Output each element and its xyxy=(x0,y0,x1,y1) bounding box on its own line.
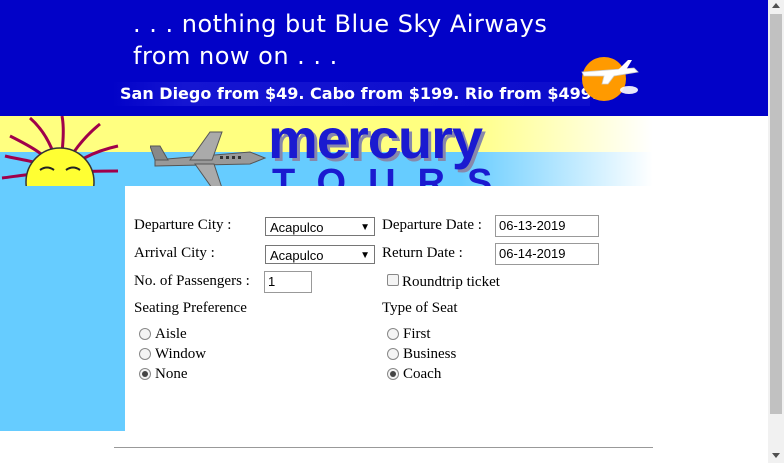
seating-aisle-radio[interactable] xyxy=(139,328,151,340)
brand-header: mercury TOURS xyxy=(0,116,768,186)
chevron-down-icon: ▼ xyxy=(360,222,370,233)
banner-headline-line1: . . . nothing but Blue Sky Airways xyxy=(133,10,548,38)
brand-subtitle: TOURS xyxy=(272,162,515,186)
top-banner: . . . nothing but Blue Sky Airways from … xyxy=(0,0,768,116)
departure-date-label: Departure Date : xyxy=(382,217,482,233)
seating-window-label: Window xyxy=(155,346,207,362)
seat-coach-radio[interactable] xyxy=(387,368,399,380)
banner-promo-text: San Diego from $49. Cabo from $199. Rio … xyxy=(112,82,598,106)
return-date-input[interactable]: 06-14-2019 xyxy=(495,243,599,265)
departure-city-value: Acapulco xyxy=(270,220,324,235)
departure-city-label: Departure City : xyxy=(134,217,232,233)
roundtrip-checkbox[interactable] xyxy=(387,274,399,286)
orange-sun-airplane-logo-icon xyxy=(581,57,639,101)
departure-city-select[interactable]: Acapulco ▼ xyxy=(265,217,375,236)
passengers-input[interactable]: 1 xyxy=(264,271,312,293)
seating-aisle-label: Aisle xyxy=(155,326,187,342)
chevron-down-icon: ▼ xyxy=(360,250,370,261)
arrival-city-label: Arrival City : xyxy=(134,245,215,261)
seating-preference-heading: Seating Preference xyxy=(134,300,247,316)
sun-icon xyxy=(1,116,119,186)
departure-date-input[interactable]: 06-13-2019 xyxy=(495,215,599,237)
banner-headline-line2: from now on . . . xyxy=(133,42,338,70)
arrival-city-select[interactable]: Acapulco ▼ xyxy=(265,245,375,264)
divider xyxy=(114,447,653,448)
seat-first-radio[interactable] xyxy=(387,328,399,340)
seating-none-radio[interactable] xyxy=(139,368,151,380)
return-date-label: Return Date : xyxy=(382,245,463,261)
airplane-icon xyxy=(150,131,267,186)
seat-business-label: Business xyxy=(403,346,457,362)
seat-first-label: First xyxy=(403,326,431,342)
scroll-down-arrow-icon[interactable] xyxy=(772,453,780,458)
seat-coach-label: Coach xyxy=(403,366,442,382)
scrollbar-thumb[interactable] xyxy=(770,14,782,414)
roundtrip-label: Roundtrip ticket xyxy=(402,274,500,290)
arrival-city-value: Acapulco xyxy=(270,248,324,263)
passengers-label: No. of Passengers : xyxy=(134,273,250,289)
seat-type-heading: Type of Seat xyxy=(382,300,458,316)
left-sidebar xyxy=(0,186,125,431)
flight-finder-form: Departure City : Acapulco ▼ Departure Da… xyxy=(125,186,768,431)
scroll-up-arrow-icon[interactable] xyxy=(772,3,780,8)
seating-window-radio[interactable] xyxy=(139,348,151,360)
seat-business-radio[interactable] xyxy=(387,348,399,360)
seating-none-label: None xyxy=(155,366,188,382)
vertical-scrollbar[interactable] xyxy=(768,0,784,463)
